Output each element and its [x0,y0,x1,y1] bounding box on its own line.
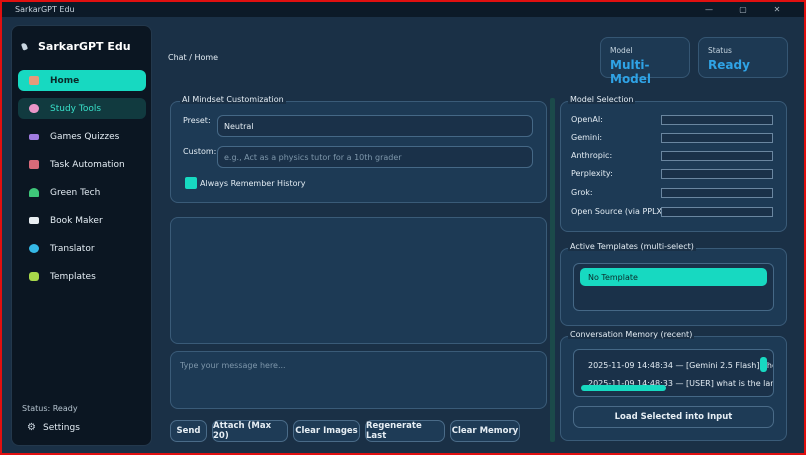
regenerate-last-button[interactable]: Regenerate Last [365,420,445,442]
close-button[interactable]: ✕ [760,2,794,17]
puzzle-icon [29,272,39,281]
sidebar-item-label: Translator [50,243,95,254]
custom-mindset-input[interactable]: e.g., Act as a physics tutor for a 10th … [217,146,533,168]
sidebar-item-green-tech[interactable]: Green Tech [18,182,146,203]
sidebar-item-translator[interactable]: Translator [18,238,146,259]
sidebar-item-label: Book Maker [50,215,103,226]
window-controls: — ▢ ✕ [692,2,794,17]
window-title: SarkarGPT Edu [15,5,75,14]
gemini-model-select[interactable] [661,133,773,143]
sidebar-item-templates[interactable]: Templates [18,266,146,287]
splitter-grip[interactable] [550,98,555,442]
model-card-value: Multi-Model [610,58,652,86]
recycle-icon [29,188,39,197]
status-card: Status Ready [698,37,788,78]
breadcrumb: Chat / Home [168,53,219,62]
title-bar: SarkarGPT Edu — ▢ ✕ [2,2,804,17]
app-window: SarkarGPT Edu — ▢ ✕ SarkarGPT Edu Home S… [0,0,806,455]
sidebar-item-label: Green Tech [50,187,101,198]
panel-splitter[interactable] [550,98,555,442]
model-row-label: Gemini: [571,133,603,142]
settings-button[interactable]: ⚙ Settings [22,422,80,434]
model-row-label: Anthropic: [571,151,613,160]
home-icon [29,76,39,85]
sidebar-item-label: Games Quizzes [50,131,120,142]
memory-vertical-scrollbar[interactable] [760,357,767,372]
message-input[interactable]: Type your message here... [170,351,547,409]
sidebar-item-task-automation[interactable]: Task Automation [18,154,146,175]
globe-icon [29,244,39,253]
brain-logo-icon [20,42,30,52]
always-remember-checkbox[interactable] [185,177,197,189]
clear-images-button[interactable]: Clear Images [293,420,360,442]
memory-title: Conversation Memory (recent) [568,330,695,339]
minimize-button[interactable]: — [692,2,726,17]
model-row-label: OpenAI: [571,115,603,124]
gamepad-icon [29,133,39,140]
sidebar-item-label: Home [50,75,80,86]
model-row-label: Open Source (via PPLX): [571,207,668,216]
status-card-value: Ready [708,58,750,72]
load-selected-button[interactable]: Load Selected into Input [573,406,774,428]
grok-model-select[interactable] [661,188,773,198]
gear-icon: ⚙ [27,422,36,433]
maximize-button[interactable]: ▢ [726,2,760,17]
brand: SarkarGPT Edu [20,40,131,53]
templates-title: Active Templates (multi-select) [568,242,696,251]
sidebar-item-label: Study Tools [50,103,102,114]
sidebar-item-label: Templates [50,271,96,282]
memory-list[interactable]: 2025-11-09 14:48:34 — [Gemini 2.5 Flash]… [573,349,774,397]
memory-item[interactable]: 2025-11-09 14:48:34 — [Gemini 2.5 Flash]… [588,361,773,370]
model-row-label: Grok: [571,188,593,197]
model-row-label: Perplexity: [571,169,613,178]
preset-field[interactable]: Neutral [217,115,533,137]
custom-label: Custom: [183,147,217,156]
sidebar-item-games-quizzes[interactable]: Games Quizzes [18,126,146,147]
anthropic-model-select[interactable] [661,151,773,161]
sidebar-item-book-maker[interactable]: Book Maker [18,210,146,231]
always-remember-label: Always Remember History [200,179,306,188]
sidebar-item-home[interactable]: Home [18,70,146,91]
template-item-no-template[interactable]: No Template [580,268,767,286]
preset-label: Preset: [183,116,211,125]
status-card-label: Status [708,46,732,55]
brain-icon [29,104,39,113]
settings-label: Settings [43,423,80,433]
sidebar: SarkarGPT Edu Home Study Tools Games Qui… [11,25,152,446]
sidebar-status: Status: Ready [22,404,78,413]
robot-icon [29,160,39,169]
brand-name: SarkarGPT Edu [38,40,131,53]
mindset-title: AI Mindset Customization [180,95,286,104]
open-source-model-select[interactable] [661,207,773,217]
sidebar-item-label: Task Automation [50,159,125,170]
model-card-label: Model [610,46,633,55]
chat-output-area[interactable] [170,217,547,344]
openai-model-select[interactable] [661,115,773,125]
perplexity-model-select[interactable] [661,169,773,179]
send-button[interactable]: Send [170,420,207,442]
model-selection-title: Model Selection [568,95,636,104]
memory-horizontal-scrollbar[interactable] [581,385,666,391]
model-card: Model Multi-Model [600,37,690,86]
attach-button[interactable]: Attach (Max 20) [212,420,288,442]
sidebar-item-study-tools[interactable]: Study Tools [18,98,146,119]
clear-memory-button[interactable]: Clear Memory [450,420,520,442]
book-icon [29,217,39,224]
